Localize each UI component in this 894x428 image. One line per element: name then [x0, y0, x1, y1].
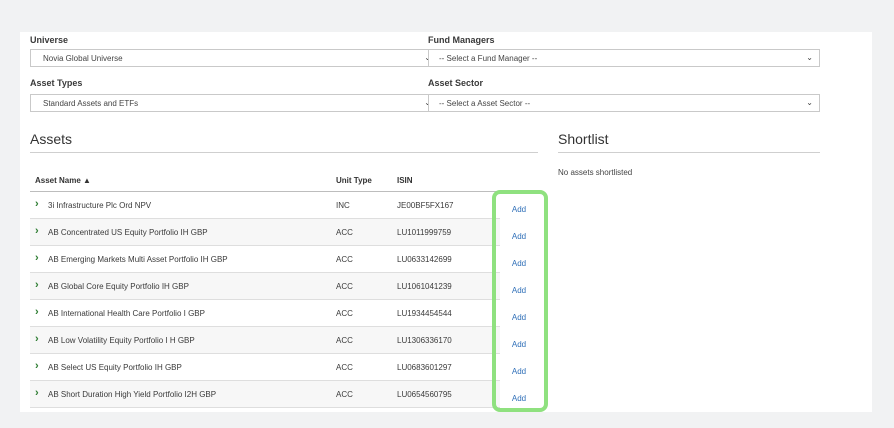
- shortlist-title: Shortlist: [558, 131, 609, 147]
- chevron-right-icon[interactable]: ›: [35, 252, 39, 264]
- add-button[interactable]: Add: [493, 286, 545, 295]
- add-button[interactable]: Add: [493, 313, 545, 322]
- asset-name: AB Low Volatility Equity Portfolio I H G…: [48, 336, 195, 345]
- asset-name: AB Concentrated US Equity Portfolio IH G…: [48, 228, 208, 237]
- add-button[interactable]: Add: [493, 259, 545, 268]
- shortlist-divider: [558, 152, 820, 153]
- isin: LU0654560795: [397, 390, 452, 399]
- asset-name: AB International Health Care Portfolio I…: [48, 309, 205, 318]
- isin: LU1306336170: [397, 336, 452, 345]
- add-button[interactable]: Add: [493, 205, 545, 214]
- shortlist-empty-text: No assets shortlisted: [558, 168, 633, 177]
- asset-sector-select[interactable]: -- Select a Asset Sector -- ⌄: [428, 94, 820, 112]
- asset-types-value: Standard Assets and ETFs: [43, 99, 139, 108]
- unit-type: ACC: [336, 282, 353, 291]
- isin: LU1934454544: [397, 309, 452, 318]
- isin: JE00BF5FX167: [397, 201, 454, 210]
- unit-type: ACC: [336, 363, 353, 372]
- isin: LU0683601297: [397, 363, 452, 372]
- asset-sector-label: Asset Sector: [428, 78, 484, 88]
- column-header-asset-name[interactable]: Asset Name ▲: [35, 176, 91, 185]
- isin: LU1011999759: [397, 228, 452, 237]
- asset-types-label: Asset Types: [30, 78, 83, 88]
- table-row[interactable]: › AB International Health Care Portfolio…: [30, 300, 500, 327]
- universe-select[interactable]: Novia Global Universe ⌄: [30, 49, 438, 67]
- table-row[interactable]: › AB Low Volatility Equity Portfolio I H…: [30, 327, 500, 354]
- column-header-isin: ISIN: [397, 176, 413, 185]
- table-row[interactable]: › AB Concentrated US Equity Portfolio IH…: [30, 219, 500, 246]
- column-header-unit-type: Unit Type: [336, 176, 372, 185]
- unit-type: ACC: [336, 336, 353, 345]
- chevron-right-icon[interactable]: ›: [35, 306, 39, 318]
- asset-search-panel: Universe Novia Global Universe ⌄ Fund Ma…: [20, 32, 872, 412]
- unit-type: ACC: [336, 228, 353, 237]
- assets-divider: [30, 152, 538, 153]
- asset-name: AB Short Duration High Yield Portfolio I…: [48, 390, 217, 399]
- table-row[interactable]: › 3i Infrastructure Plc Ord NPV INC JE00…: [30, 192, 500, 219]
- unit-type: ACC: [336, 255, 353, 264]
- asset-name: AB Global Core Equity Portfolio IH GBP: [48, 282, 189, 291]
- universe-label: Universe: [30, 35, 69, 45]
- fund-managers-select[interactable]: -- Select a Fund Manager -- ⌄: [428, 49, 820, 67]
- chevron-right-icon[interactable]: ›: [35, 360, 39, 372]
- unit-type: ACC: [336, 390, 353, 399]
- chevron-right-icon[interactable]: ›: [35, 198, 39, 210]
- fund-managers-label: Fund Managers: [428, 35, 495, 45]
- asset-sector-value: -- Select a Asset Sector --: [439, 99, 531, 108]
- chevron-down-icon: ⌄: [806, 53, 813, 62]
- chevron-right-icon[interactable]: ›: [35, 279, 39, 291]
- isin: LU1061041239: [397, 282, 452, 291]
- chevron-right-icon[interactable]: ›: [35, 387, 39, 399]
- unit-type: INC: [336, 201, 350, 210]
- add-button[interactable]: Add: [493, 232, 545, 241]
- table-row[interactable]: › AB Emerging Markets Multi Asset Portfo…: [30, 246, 500, 273]
- universe-value: Novia Global Universe: [43, 54, 123, 63]
- add-button[interactable]: Add: [493, 340, 545, 349]
- table-row[interactable]: › AB Select US Equity Portfolio IH GBP A…: [30, 354, 500, 381]
- table-row[interactable]: › AB Short Duration High Yield Portfolio…: [30, 381, 500, 408]
- asset-name: AB Emerging Markets Multi Asset Portfoli…: [48, 255, 228, 264]
- add-button[interactable]: Add: [493, 367, 545, 376]
- chevron-down-icon: ⌄: [806, 98, 813, 107]
- assets-title: Assets: [30, 131, 73, 147]
- chevron-right-icon[interactable]: ›: [35, 225, 39, 237]
- fund-managers-value: -- Select a Fund Manager --: [439, 54, 538, 63]
- add-button[interactable]: Add: [493, 394, 545, 403]
- chevron-right-icon[interactable]: ›: [35, 333, 39, 345]
- table-row[interactable]: › AB Global Core Equity Portfolio IH GBP…: [30, 273, 500, 300]
- asset-name: AB Select US Equity Portfolio IH GBP: [48, 363, 182, 372]
- asset-types-select[interactable]: Standard Assets and ETFs ⌄: [30, 94, 438, 112]
- asset-name: 3i Infrastructure Plc Ord NPV: [48, 201, 152, 210]
- unit-type: ACC: [336, 309, 353, 318]
- isin: LU0633142699: [397, 255, 452, 264]
